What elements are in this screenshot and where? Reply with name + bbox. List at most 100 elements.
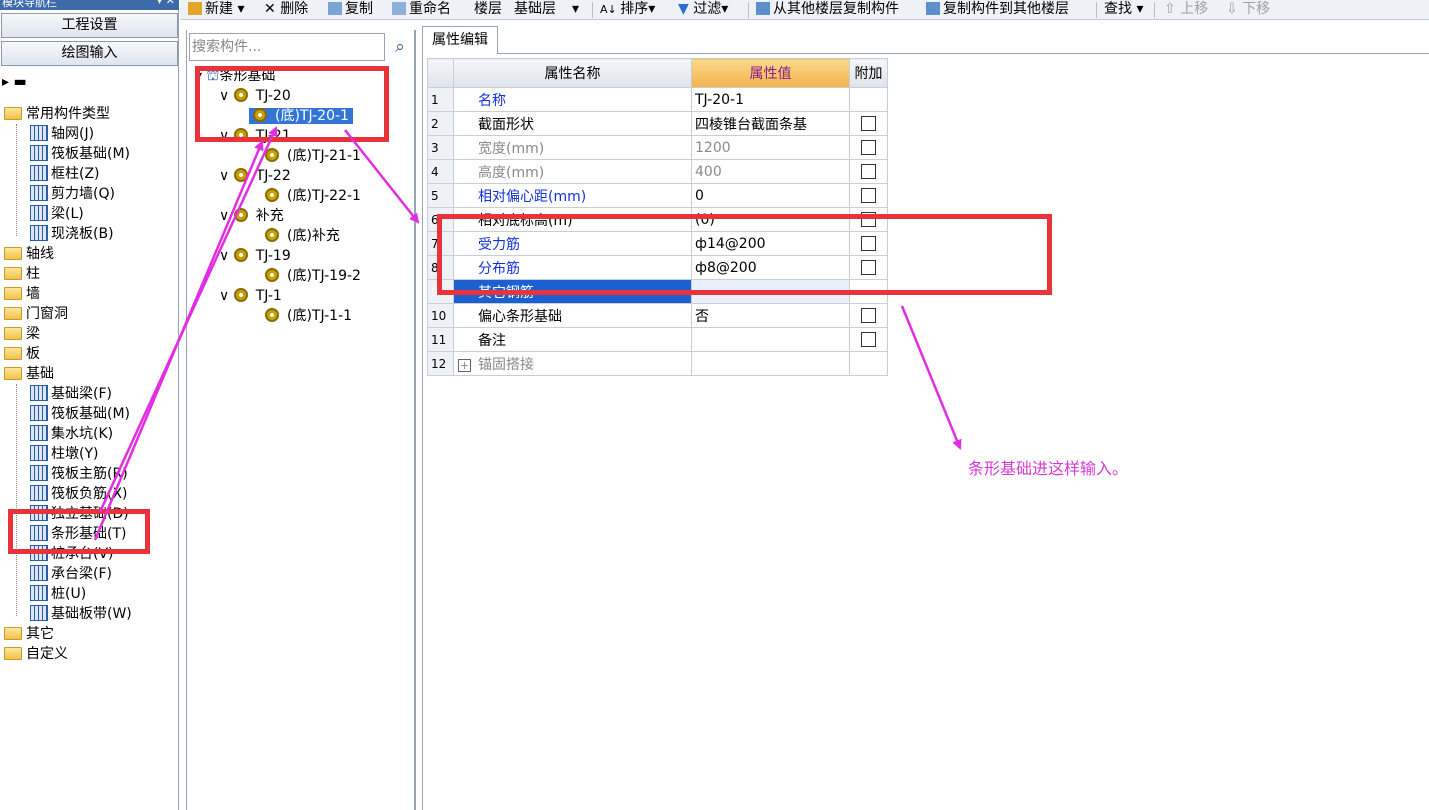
tree-item-pier[interactable]: 柱墩(Y) xyxy=(30,444,98,464)
attach-checkbox[interactable] xyxy=(861,188,876,203)
table-row[interactable]: 7 受力筋 ф14@200 xyxy=(427,231,888,256)
chevron-down-icon: ∨ xyxy=(219,168,230,184)
tree-item-raft-foundation[interactable]: 筏板基础(M) xyxy=(30,404,130,424)
floor-label: 楼层 xyxy=(474,1,502,17)
tree-item-pile-cap[interactable]: 桩承台(V) xyxy=(30,544,114,564)
table-row[interactable]: 8 分布筋 ф8@200 xyxy=(427,255,888,280)
tree-item-foundation-beam[interactable]: 基础梁(F) xyxy=(30,384,112,404)
table-row[interactable]: 1 名称 TJ-20-1 xyxy=(427,87,888,112)
component-gear-icon xyxy=(233,128,248,142)
tab-property-edit[interactable]: 属性编辑 xyxy=(422,26,498,54)
tree-folder-door[interactable]: 门窗洞 xyxy=(4,304,68,324)
search-input[interactable]: 搜索构件... xyxy=(189,33,385,61)
comp-item-tj1-1[interactable]: (底)TJ-1-1 xyxy=(265,306,352,326)
comp-item-supplement[interactable]: (底)补充 xyxy=(265,226,340,246)
attach-checkbox[interactable] xyxy=(861,308,876,323)
tree-toolbar-icon[interactable]: ▸ ▬ xyxy=(2,74,42,94)
table-row[interactable]: 3 宽度(mm) 1200 xyxy=(427,135,888,160)
attach-checkbox[interactable] xyxy=(861,116,876,131)
table-row[interactable]: 12 + 锚固搭接 xyxy=(427,351,888,376)
attach-checkbox[interactable] xyxy=(861,332,876,347)
tree-folder-common[interactable]: 常用构件类型 xyxy=(4,104,110,124)
attach-checkbox[interactable] xyxy=(861,140,876,155)
tree-item-raft-neg-rebar[interactable]: 筏板负筋(X) xyxy=(30,484,128,504)
tree-folder-foundation[interactable]: 基础 xyxy=(4,364,54,384)
sort-button[interactable]: A↓ 排序▾ xyxy=(600,0,655,20)
tree-item-cap-beam[interactable]: 承台梁(F) xyxy=(30,564,112,584)
tree-item-pile[interactable]: 桩(U) xyxy=(30,584,86,604)
tree-item-slab-strip[interactable]: 基础板带(W) xyxy=(30,604,132,624)
sump-icon xyxy=(30,425,48,441)
copy-to-floor-button[interactable]: 复制构件到其他楼层 xyxy=(926,0,1069,20)
table-row[interactable]: 5 相对偏心距(mm) 0 xyxy=(427,183,888,208)
delete-button[interactable]: ✕ 删除 xyxy=(264,0,308,20)
tree-folder-custom[interactable]: 自定义 xyxy=(4,644,68,664)
annotation-note: 条形基础进这样输入。 xyxy=(968,459,1129,478)
comp-item-tj19-2[interactable]: (底)TJ-19-2 xyxy=(265,266,361,286)
tree-folder-wall[interactable]: 墙 xyxy=(4,284,40,304)
table-row[interactable]: 4 高度(mm) 400 xyxy=(427,159,888,184)
folder-icon xyxy=(4,287,22,300)
filter-button[interactable]: ▼ 过滤▾ xyxy=(678,0,728,20)
comp-group-tj19[interactable]: ∨ TJ-19 xyxy=(219,246,291,266)
rename-button[interactable]: 重命名 xyxy=(392,0,451,20)
tree-item-grid[interactable]: 轴网(J) xyxy=(30,124,94,144)
table-row[interactable]: 6 相对底标高(m) (0) xyxy=(427,207,888,232)
tree-folder-axis[interactable]: 轴线 xyxy=(4,244,54,264)
column-icon xyxy=(30,165,48,181)
table-row[interactable]: 2 截面形状 四棱锥台截面条基 xyxy=(427,111,888,136)
beam-icon xyxy=(30,205,48,221)
new-button[interactable]: 新建 ▾ xyxy=(188,0,244,20)
folder-icon xyxy=(4,267,22,280)
project-settings-button[interactable]: 工程设置 xyxy=(1,13,178,38)
component-gear-icon xyxy=(253,108,267,122)
folder-icon xyxy=(4,327,22,340)
header-blank xyxy=(427,58,454,88)
comp-tree-root[interactable]: ▾ ⛫条形基础 xyxy=(195,66,275,86)
tree-folder-column[interactable]: 柱 xyxy=(4,264,40,284)
floor-select[interactable]: 基础层 ▾ xyxy=(514,0,579,20)
drawing-input-button[interactable]: 绘图输入 xyxy=(1,41,178,66)
search-icon[interactable]: ⌕ xyxy=(387,33,413,61)
table-row[interactable]: 10 偏心条形基础 否 xyxy=(427,303,888,328)
tree-item-raft[interactable]: 筏板基础(M) xyxy=(30,144,130,164)
expand-plus-icon[interactable]: + xyxy=(458,358,471,372)
attach-checkbox[interactable] xyxy=(861,164,876,179)
comp-group-tj22[interactable]: ∨ TJ-22 xyxy=(219,166,291,186)
pin-close-icon[interactable]: ▾ ✕ xyxy=(157,0,175,6)
comp-group-tj1[interactable]: ∨ TJ-1 xyxy=(219,286,282,306)
copy-button[interactable]: 复制 xyxy=(328,0,373,20)
tree-item-shear-wall[interactable]: 剪力墙(Q) xyxy=(30,184,115,204)
comp-item-tj20-1[interactable]: (底)TJ-20-1 xyxy=(249,106,353,126)
tree-item-raft-main-rebar[interactable]: 筏板主筋(R) xyxy=(30,464,128,484)
tree-folder-slab[interactable]: 板 xyxy=(4,344,40,364)
tree-item-sump[interactable]: 集水坑(K) xyxy=(30,424,113,444)
attach-checkbox[interactable] xyxy=(861,212,876,227)
tree-folder-beam[interactable]: 梁 xyxy=(4,324,40,344)
comp-item-tj21-1[interactable]: (底)TJ-21-1 xyxy=(265,146,361,166)
tree-item-frame-column[interactable]: 框柱(Z) xyxy=(30,164,100,184)
comp-group-tj21[interactable]: ∨ TJ-21 xyxy=(219,126,291,146)
table-row-selected[interactable]: 9 其它钢筋 xyxy=(427,279,888,304)
attach-checkbox[interactable] xyxy=(861,260,876,275)
move-down-button[interactable]: ⇩ 下移 xyxy=(1226,0,1270,20)
pile-icon xyxy=(30,585,48,601)
tree-item-cast-slab[interactable]: 现浇板(B) xyxy=(30,224,114,244)
folder-icon xyxy=(4,347,22,360)
move-up-button[interactable]: ⇧ 上移 xyxy=(1164,0,1208,20)
tree-folder-other[interactable]: 其它 xyxy=(4,624,54,644)
copy-from-floor-button[interactable]: 从其他楼层复制构件 xyxy=(756,0,899,20)
find-button[interactable]: 查找 ▾ xyxy=(1104,0,1143,20)
comp-group-supplement[interactable]: ∨ 补充 xyxy=(219,206,284,226)
comp-item-tj22-1[interactable]: (底)TJ-22-1 xyxy=(265,186,361,206)
comp-group-tj20[interactable]: ∨ TJ-20 xyxy=(219,86,291,106)
attach-checkbox[interactable] xyxy=(861,236,876,251)
wall-icon xyxy=(30,185,48,201)
tree-item-beam-l[interactable]: 梁(L) xyxy=(30,204,84,224)
tree-item-isolated-footing[interactable]: 独立基础(D) xyxy=(30,504,129,524)
tree-item-strip-foundation[interactable]: 条形基础(T) xyxy=(30,524,126,544)
component-gear-icon xyxy=(233,288,248,302)
table-row[interactable]: 11 备注 xyxy=(427,327,888,352)
component-gear-icon xyxy=(265,308,279,322)
arrow-down-icon: ⇩ xyxy=(1226,1,1243,17)
